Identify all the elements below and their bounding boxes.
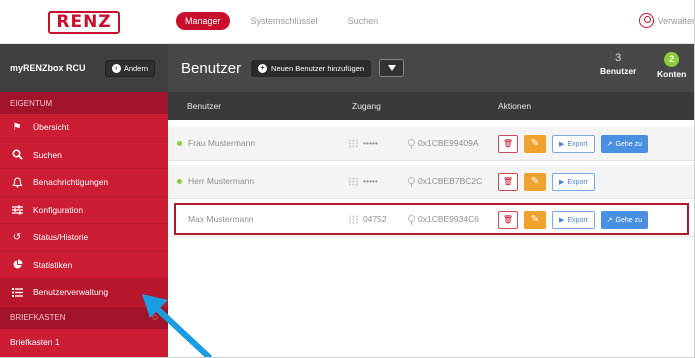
nav-manager[interactable]: Manager — [176, 12, 230, 30]
pointer-arrow-icon — [142, 294, 213, 357]
sidebar-item-label: Benutzerverwaltung — [33, 287, 109, 298]
online-status-icon — [177, 179, 182, 185]
keypad-icon — [348, 139, 359, 149]
sidebar-item-label: Suchen — [33, 149, 62, 160]
pin-code: ••••• — [348, 138, 378, 149]
row-actions: 🗑 ✎ ▶ Export ↗ Gehe zu — [498, 135, 648, 153]
sidebar-item-label: Statistiken — [33, 259, 73, 270]
sidebar-item-label: Status/Historie — [33, 232, 89, 243]
page-header: Benutzer + Neuen Benutzer hinzufügen 3 B… — [168, 44, 694, 92]
change-button[interactable]: ‹ Ändern — [104, 59, 155, 77]
chevron-left-icon: ‹ — [111, 63, 121, 73]
filter-icon — [387, 65, 396, 71]
flag-icon: ⚑ — [12, 121, 22, 133]
user-name: Herr Mustermann — [177, 176, 254, 186]
pin-text: ••••• — [363, 176, 378, 186]
section-property: EIGENTUM — [0, 92, 168, 114]
main-nav: Manager Systemschlüssel Suchen — [176, 12, 387, 30]
export-button[interactable]: ▶ Export — [552, 135, 595, 153]
stat-accounts-label: Konten — [657, 69, 687, 79]
list-icon — [10, 286, 24, 298]
user-menu[interactable]: Verwalter — [639, 13, 695, 28]
row-actions: 🗑 ✎ ▶ Export — [498, 173, 595, 191]
key-id: 0x1CBE99409A — [408, 138, 479, 149]
stat-accounts-value: 2 — [664, 52, 680, 67]
sidebar-item-benachrichtigungen[interactable]: Benachrichtigungen — [0, 169, 168, 197]
search-icon — [10, 149, 24, 161]
export-icon: ▶ — [559, 179, 565, 186]
box-title: myRENZbox RCU — [10, 63, 86, 73]
sidebar-item-label: Benachrichtigungen — [33, 177, 109, 188]
nav-suchen[interactable]: Suchen — [339, 12, 388, 30]
delete-button[interactable]: 🗑 — [498, 173, 518, 191]
top-bar: RENZ Manager Systemschlüssel Suchen Verw… — [0, 0, 695, 44]
external-link-icon: ↗ — [606, 141, 613, 148]
section-property-label: EIGENTUM — [10, 98, 53, 108]
table-row[interactable]: Herr Mustermann ••••• 0x1CBEB7BC2C 🗑 ✎ ▶… — [168, 165, 694, 199]
sidebar-item-label: Briefkasten 1 — [10, 337, 60, 347]
export-button[interactable]: ▶ Export — [552, 173, 595, 191]
bell-icon — [10, 176, 24, 188]
export-label: Export — [567, 140, 588, 148]
logo-area[interactable]: RENZ — [0, 0, 168, 44]
sidebar-item-konfiguration[interactable]: Konfiguration — [0, 197, 168, 224]
goto-label: Gehe zu — [615, 140, 642, 148]
row-highlight-frame — [174, 203, 689, 235]
col-aktionen: Aktionen — [498, 101, 532, 111]
sidebar-item-uebersicht[interactable]: ⚑ Übersicht — [0, 114, 168, 142]
online-status-icon — [177, 141, 182, 147]
stat-users-label: Benutzer — [600, 66, 637, 76]
sidebar-item-status-historie[interactable]: ↺ Status/Historie — [0, 224, 168, 252]
table-header: Benutzer Zugang Aktionen — [168, 92, 694, 120]
table-row[interactable]: Frau Mustermann ••••• 0x1CBE99409A 🗑 ✎ ▶… — [168, 127, 694, 161]
col-benutzer: Benutzer — [187, 101, 222, 111]
user-name-text: Herr Mustermann — [188, 176, 255, 186]
col-zugang: Zugang — [352, 101, 381, 111]
renz-logo[interactable]: RENZ — [48, 10, 120, 34]
plus-icon: + — [258, 63, 268, 73]
stat-users: 3 Benutzer — [600, 52, 636, 76]
sliders-icon — [10, 204, 24, 216]
sidebar-item-label: Übersicht — [33, 122, 69, 133]
filter-button[interactable] — [379, 59, 405, 77]
stat-users-value: 3 — [615, 52, 622, 64]
goto-button[interactable]: ↗ Gehe zu — [600, 135, 648, 153]
key-text: 0x1CBEB7BC2C — [418, 176, 483, 186]
change-label: Ändern — [123, 63, 148, 73]
history-icon: ↺ — [12, 231, 22, 243]
user-icon — [639, 13, 655, 28]
key-id: 0x1CBEB7BC2C — [408, 176, 482, 187]
user-label: Verwalter — [657, 15, 695, 26]
add-user-label: Neuen Benutzer hinzufügen — [271, 63, 365, 73]
stat-accounts: 2 Konten — [657, 52, 686, 79]
export-label: Export — [567, 178, 588, 186]
pin-code: ••••• — [348, 176, 378, 187]
page-title: Benutzer — [181, 59, 242, 77]
pie-chart-icon — [10, 259, 24, 271]
edit-button[interactable]: ✎ — [524, 135, 546, 153]
sidebar-item-label: Konfiguration — [33, 204, 84, 215]
section-mailbox-label: BRIEFKASTEN — [10, 313, 66, 322]
delete-button[interactable]: 🗑 — [498, 135, 518, 153]
edit-button[interactable]: ✎ — [524, 173, 546, 191]
keypad-icon — [348, 177, 359, 187]
add-user-button[interactable]: + Neuen Benutzer hinzufügen — [251, 59, 372, 77]
export-icon: ▶ — [559, 141, 565, 148]
sidebar-item-suchen[interactable]: Suchen — [0, 142, 168, 169]
user-name-text: Frau Mustermann — [188, 138, 256, 148]
key-icon — [408, 138, 415, 149]
app-window: RENZ Manager Systemschlüssel Suchen Verw… — [0, 0, 695, 358]
nav-systemschluessel[interactable]: Systemschlüssel — [242, 12, 327, 30]
key-text: 0x1CBE99409A — [418, 138, 479, 148]
sidebar-item-statistiken[interactable]: Statistiken — [0, 252, 168, 279]
key-icon — [408, 176, 415, 187]
pin-text: ••••• — [363, 138, 378, 148]
user-name: Frau Mustermann — [177, 138, 255, 148]
sidebar-header: myRENZbox RCU ‹ Ändern — [0, 44, 168, 92]
